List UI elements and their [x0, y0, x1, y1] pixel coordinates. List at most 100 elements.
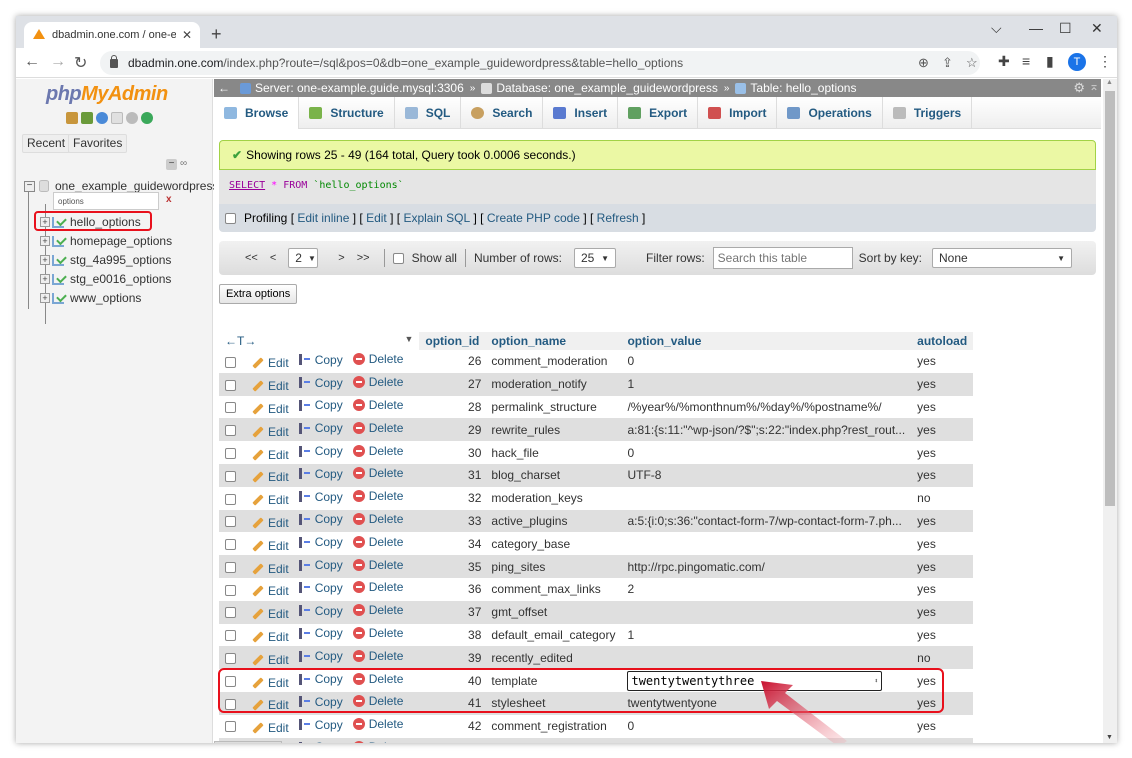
option-id[interactable]: 39	[419, 646, 486, 670]
breadcrumb-database[interactable]: Database: one_example_guidewordpress	[496, 81, 717, 95]
delete-row-button[interactable]: Delete	[352, 580, 403, 594]
column-header-option-id[interactable]: option_id	[419, 332, 486, 350]
option-id[interactable]: 35	[419, 555, 486, 578]
option-name[interactable]: html_type	[485, 737, 622, 743]
column-header-option-name[interactable]: option_name	[485, 332, 622, 350]
option-id[interactable]: 34	[419, 532, 486, 556]
bookmark-star-icon[interactable]: ☆	[966, 55, 978, 71]
tab-browse[interactable]: Browse	[214, 97, 300, 129]
copy-row-button[interactable]: Copy	[298, 626, 343, 640]
row-checkbox[interactable]	[225, 630, 236, 642]
forward-icon[interactable]: →	[50, 53, 66, 71]
copy-row-button[interactable]: Copy	[298, 604, 343, 618]
option-value-cell[interactable]: 0	[621, 441, 912, 464]
option-name[interactable]: default_email_category	[485, 623, 622, 647]
table-structure-icon[interactable]	[52, 235, 64, 247]
close-window-button[interactable]: ✕	[1091, 20, 1103, 37]
row-checkbox[interactable]	[225, 356, 236, 368]
browser-tab[interactable]: dbadmin.one.com / one-example ✕	[24, 22, 200, 48]
show-all-checkbox[interactable]	[392, 252, 404, 264]
edit-row-button[interactable]: Edit	[252, 356, 289, 370]
table-row[interactable]: Edit Copy Delete 42 comment_registration 0 yes	[219, 714, 974, 738]
option-value-cell[interactable]: twentytwentyone	[621, 691, 912, 715]
expand-icon[interactable]: +	[40, 293, 50, 303]
row-checkbox[interactable]	[225, 584, 236, 596]
row-checkbox[interactable]	[225, 379, 236, 391]
option-name[interactable]: stylesheet	[485, 691, 622, 715]
delete-row-button[interactable]: Delete	[352, 558, 403, 572]
tab-export[interactable]: Export	[618, 97, 699, 129]
option-value[interactable]: 0	[627, 354, 634, 368]
help-icon[interactable]	[96, 112, 108, 124]
option-id[interactable]: 27	[419, 372, 486, 396]
autoload-value[interactable]: no	[911, 646, 974, 670]
option-id[interactable]: 38	[419, 623, 486, 647]
edit-row-button[interactable]: Edit	[252, 653, 289, 667]
delete-row-button[interactable]: Delete	[352, 740, 403, 743]
option-value-cell[interactable]: 2	[621, 577, 912, 601]
docs-icon[interactable]	[111, 112, 123, 124]
logout-icon[interactable]	[81, 112, 93, 124]
table-row[interactable]: Edit Copy Delete 41 stylesheet twentytwentyon…	[219, 691, 974, 715]
option-value-cell[interactable]: /%year%/%monthnum%/%day%/%postname%/	[621, 395, 912, 419]
edit-row-button[interactable]: Edit	[252, 493, 289, 507]
copy-row-button[interactable]: Copy	[298, 398, 343, 412]
autoload-value[interactable]: yes	[911, 418, 974, 442]
copy-row-button[interactable]: Copy	[298, 421, 343, 435]
breadcrumb-table[interactable]: Table: hello_options	[750, 81, 856, 95]
autoload-value[interactable]: yes	[911, 691, 974, 715]
collapse-icon[interactable]: −	[24, 180, 35, 192]
edit-row-button[interactable]: Edit	[252, 425, 289, 439]
table-row[interactable]: Edit Copy Delete 36 comment_max_links 2 yes	[219, 577, 974, 601]
table-row[interactable]: Edit Copy Delete 29 rewrite_rules a:81:{s:11:…	[219, 418, 974, 442]
tab-import[interactable]: Import	[698, 97, 778, 129]
page-select[interactable]: 2 ▼	[288, 248, 319, 268]
reload-nav-icon[interactable]	[141, 112, 153, 124]
copy-row-button[interactable]: Copy	[298, 535, 343, 549]
option-value[interactable]: twentytwentyone	[627, 696, 716, 710]
home-icon[interactable]	[66, 112, 78, 124]
row-checkbox[interactable]	[225, 698, 236, 710]
delete-row-button[interactable]: Delete	[352, 421, 403, 435]
inline-edit-textarea[interactable]: twentytwentythree ⬍	[627, 670, 883, 691]
copy-row-button[interactable]: Copy	[298, 718, 343, 732]
option-value-cell[interactable]: 1	[621, 372, 912, 396]
delete-row-button[interactable]: Delete	[352, 489, 403, 503]
prev-page-button[interactable]: <	[270, 252, 276, 264]
address-bar[interactable]: dbadmin.one.com/index.php?route=/sql&pos…	[100, 51, 980, 75]
copy-row-button[interactable]: Copy	[298, 353, 343, 367]
profiling-checkbox[interactable]	[225, 212, 236, 224]
autoload-value[interactable]: yes	[911, 669, 974, 692]
rows-per-page-select[interactable]: 25 ▼	[573, 248, 616, 268]
table-row[interactable]: Edit Copy Delete 30 hack_file 0 yes	[219, 441, 974, 464]
option-name[interactable]: comment_moderation	[485, 350, 622, 373]
edit-row-button[interactable]: Edit	[252, 539, 289, 553]
option-id[interactable]: 43	[419, 737, 486, 743]
delete-row-button[interactable]: Delete	[352, 717, 403, 731]
sidebar-table-stg-e0016-options[interactable]: + stg_e0016_options	[40, 272, 171, 286]
expand-icon[interactable]: +	[40, 255, 50, 265]
delete-row-button[interactable]: Delete	[352, 466, 403, 480]
autoload-value[interactable]: yes	[911, 509, 974, 533]
column-header-autoload[interactable]: autoload	[911, 332, 974, 350]
sql-keyword[interactable]: SELECT	[229, 180, 265, 191]
row-checkbox[interactable]	[225, 516, 236, 528]
tab-insert[interactable]: Insert	[543, 97, 619, 129]
delete-row-button[interactable]: Delete	[352, 444, 403, 458]
minimize-button[interactable]: —	[1029, 20, 1043, 36]
create-php-code-link[interactable]: Create PHP code	[487, 211, 580, 225]
option-id[interactable]: 29	[419, 418, 486, 442]
option-name[interactable]: rewrite_rules	[485, 418, 622, 442]
copy-row-button[interactable]: Copy	[298, 490, 343, 504]
tab-search[interactable]: Search	[461, 97, 544, 129]
console-toggle[interactable]: Console	[214, 741, 282, 743]
side-panel-icon[interactable]: ▮	[1046, 53, 1054, 70]
option-value-cell[interactable]: text/html	[621, 737, 912, 743]
copy-row-button[interactable]: Copy	[298, 581, 343, 595]
autoload-value[interactable]: yes	[911, 372, 974, 396]
option-value-cell[interactable]	[621, 532, 912, 556]
recent-button[interactable]: Recent	[22, 134, 71, 153]
edit-row-button[interactable]: Edit	[252, 721, 289, 735]
option-value-cell[interactable]	[621, 486, 912, 510]
tab-close-icon[interactable]: ✕	[182, 28, 192, 42]
